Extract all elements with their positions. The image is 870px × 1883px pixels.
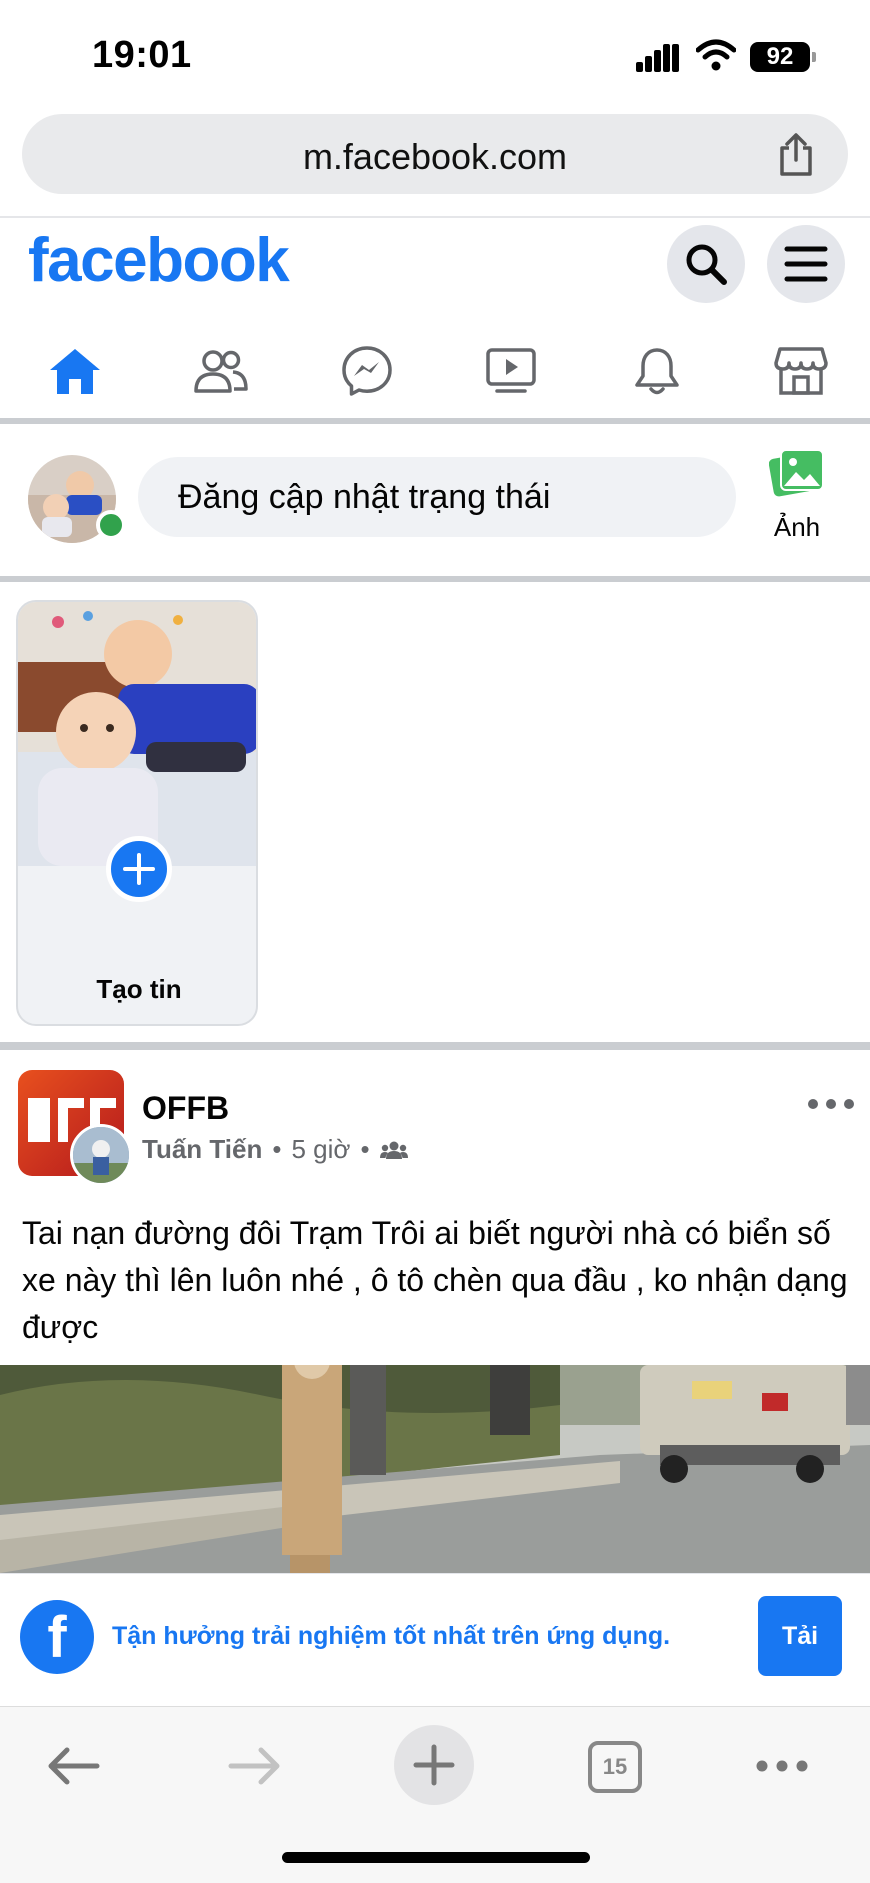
- status-time: 19:01: [92, 34, 192, 76]
- photo-icon: [769, 449, 824, 497]
- accident-photo: [0, 1365, 870, 1573]
- post-text: Tai nạn đường đôi Trạm Trôi ai biết ngườ…: [22, 1215, 848, 1345]
- open-in-app-banner[interactable]: f Tận hưởng trải nghiệm tốt nhất trên ứn…: [0, 1573, 870, 1705]
- url-text[interactable]: m.facebook.com: [22, 136, 848, 178]
- status-composer-input[interactable]: Đăng cập nhật trạng thái: [138, 457, 736, 537]
- home-icon: [50, 349, 100, 394]
- post-image[interactable]: [0, 1365, 870, 1573]
- back-button[interactable]: [40, 1729, 106, 1803]
- status-bar: 19:01 92: [0, 0, 870, 110]
- online-status-dot: [96, 510, 126, 540]
- back-arrow-icon: [48, 1747, 100, 1785]
- tab-messenger[interactable]: [332, 336, 402, 406]
- post-time[interactable]: 5 giờ: [292, 1134, 351, 1165]
- forward-arrow-icon: [228, 1747, 280, 1785]
- more-options-icon[interactable]: [806, 1092, 856, 1116]
- story-cover-photo: [18, 602, 256, 866]
- author-avatar[interactable]: [70, 1124, 132, 1186]
- divider: [0, 576, 870, 582]
- hamburger-icon: [784, 246, 828, 282]
- wifi-icon: [696, 39, 736, 71]
- create-story-card[interactable]: Tạo tin: [16, 600, 258, 1026]
- tab-marketplace[interactable]: [766, 336, 836, 406]
- author-photo: [73, 1127, 129, 1183]
- search-icon: [686, 244, 727, 285]
- post-author[interactable]: Tuấn Tiến: [142, 1134, 262, 1165]
- share-icon[interactable]: [774, 132, 818, 178]
- battery-indicator: 92: [750, 42, 816, 72]
- friends-icon: [194, 350, 248, 393]
- main-nav: [0, 330, 870, 420]
- address-bar[interactable]: m.facebook.com: [22, 114, 848, 194]
- group-privacy-icon: [379, 1141, 408, 1159]
- add-story-button[interactable]: [106, 836, 172, 902]
- marketplace-icon: [774, 347, 828, 395]
- meta-separator: •: [272, 1134, 282, 1164]
- watch-icon: [486, 348, 536, 393]
- divider: [0, 1042, 870, 1050]
- meta-separator: •: [360, 1134, 370, 1164]
- tab-notifications[interactable]: [622, 336, 692, 406]
- post-group-name[interactable]: OFFB: [142, 1090, 229, 1127]
- plus-icon: [413, 1744, 455, 1786]
- tabs-button[interactable]: 15: [588, 1741, 642, 1793]
- download-app-button[interactable]: Tải: [758, 1596, 842, 1676]
- facebook-app-icon: f: [20, 1600, 94, 1674]
- forward-button[interactable]: [222, 1729, 288, 1803]
- more-icon: [756, 1760, 808, 1772]
- search-button[interactable]: [667, 225, 745, 303]
- tab-home[interactable]: [40, 336, 110, 406]
- bell-icon: [635, 348, 679, 395]
- divider: [0, 418, 870, 424]
- photo-label: Ảnh: [773, 512, 821, 542]
- home-indicator[interactable]: [282, 1852, 590, 1863]
- divider: [0, 216, 870, 218]
- tab-watch[interactable]: [476, 336, 546, 406]
- messenger-icon: [342, 346, 392, 396]
- post-meta: Tuấn Tiến • 5 giờ •: [142, 1134, 408, 1165]
- more-button[interactable]: [752, 1729, 812, 1803]
- facebook-logo[interactable]: facebook: [28, 225, 290, 296]
- menu-button[interactable]: [767, 225, 845, 303]
- new-tab-button[interactable]: [394, 1725, 474, 1805]
- create-story-label: Tạo tin: [96, 974, 182, 1004]
- cellular-signal-icon: [636, 42, 680, 72]
- tab-friends[interactable]: [186, 336, 256, 406]
- plus-icon: [123, 853, 155, 885]
- photo-button[interactable]: Ảnh: [764, 446, 830, 542]
- app-banner-text[interactable]: Tận hưởng trải nghiệm tốt nhất trên ứng …: [112, 1622, 670, 1651]
